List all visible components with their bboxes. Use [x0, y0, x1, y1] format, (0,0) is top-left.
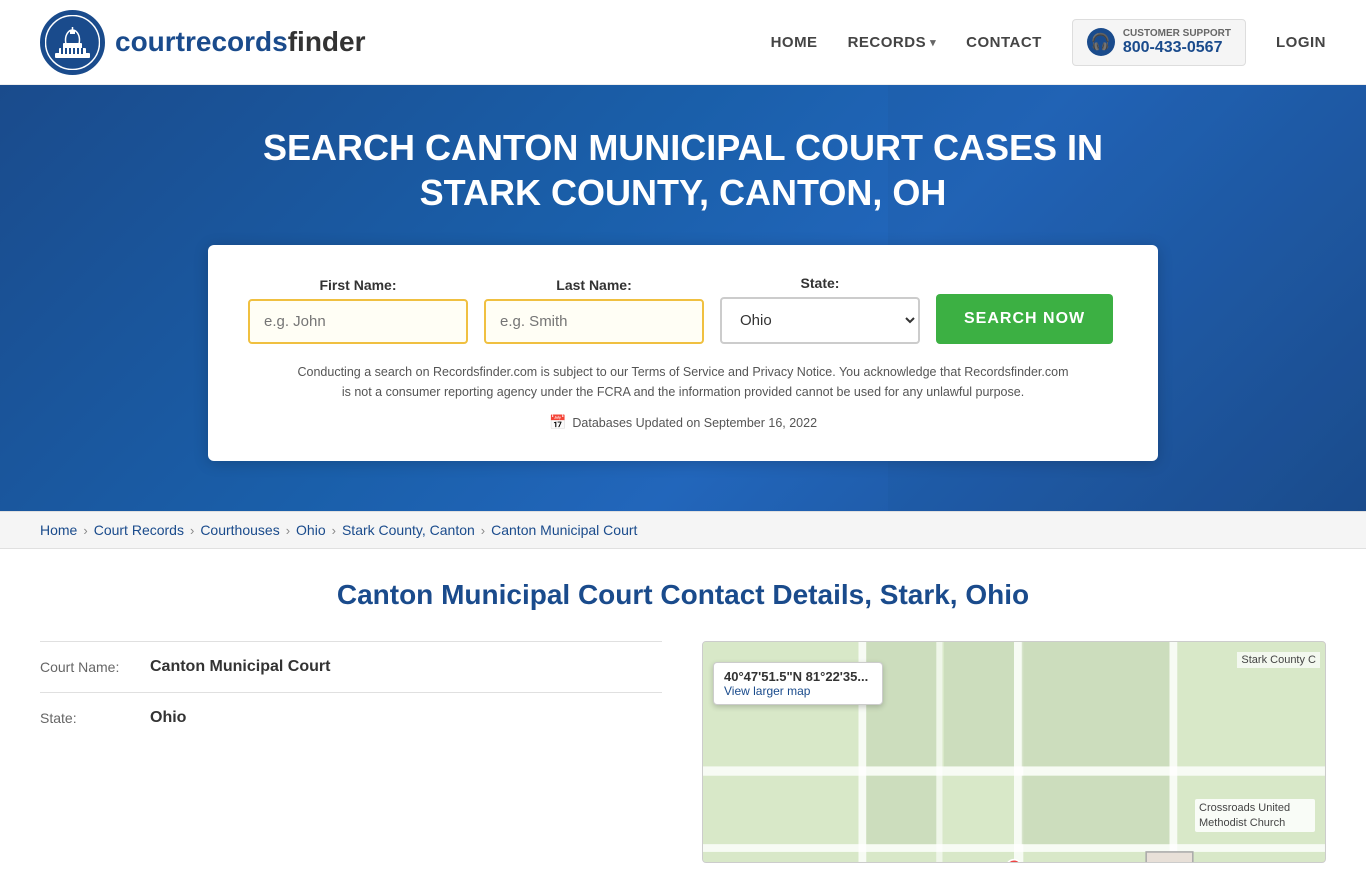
state-group: State: Ohio Alabama Alaska California Fl… [720, 275, 920, 344]
map-placeholder: 40°47'51.5"N 81°22'35... View larger map… [703, 642, 1325, 862]
calendar-icon: 📅 [549, 414, 566, 431]
support-area[interactable]: 🎧 CUSTOMER SUPPORT 800-433-0567 [1072, 19, 1246, 66]
first-name-label: First Name: [248, 277, 468, 293]
records-chevron-icon: ▾ [930, 36, 936, 49]
court-name-value: Canton Municipal Court [150, 658, 330, 676]
search-button[interactable]: SEARCH NOW [936, 294, 1113, 344]
breadcrumb-stark-canton[interactable]: Stark County, Canton [342, 522, 475, 538]
breadcrumb-sep-2: › [190, 523, 194, 538]
search-card: First Name: Last Name: State: Ohio Alaba… [208, 245, 1158, 461]
breadcrumb-home[interactable]: Home [40, 522, 77, 538]
breadcrumb-ohio[interactable]: Ohio [296, 522, 326, 538]
breadcrumb-sep-5: › [481, 523, 485, 538]
hero-section: SEARCH CANTON MUNICIPAL COURT CASES IN S… [0, 85, 1366, 511]
map-area[interactable]: 40°47'51.5"N 81°22'35... View larger map… [702, 641, 1326, 863]
section-title: Canton Municipal Court Contact Details, … [40, 579, 1326, 611]
map-coords: 40°47'51.5"N 81°22'35... [724, 669, 872, 684]
support-label: CUSTOMER SUPPORT [1123, 28, 1231, 39]
breadcrumb-current: Canton Municipal Court [491, 522, 637, 538]
disclaimer-text: Conducting a search on Recordsfinder.com… [293, 362, 1073, 402]
main-nav: HOME RECORDS ▾ CONTACT 🎧 CUSTOMER SUPPOR… [771, 19, 1326, 66]
main-content: Canton Municipal Court Contact Details, … [0, 549, 1366, 893]
logo-icon [40, 10, 105, 75]
map-popup: 40°47'51.5"N 81°22'35... View larger map [713, 662, 883, 705]
details-map-row: Court Name: Canton Municipal Court State… [40, 641, 1326, 863]
state-select[interactable]: Ohio Alabama Alaska California Florida N… [720, 297, 920, 344]
hero-title: SEARCH CANTON MUNICIPAL COURT CASES IN S… [233, 125, 1133, 215]
logo-text: courtrecordsfinder [115, 26, 366, 58]
state-detail-value: Ohio [150, 709, 186, 727]
nav-home[interactable]: HOME [771, 34, 818, 51]
breadcrumb-court-records[interactable]: Court Records [94, 522, 184, 538]
last-name-input[interactable] [484, 299, 704, 344]
site-header: courtrecordsfinder HOME RECORDS ▾ CONTAC… [0, 0, 1366, 85]
last-name-label: Last Name: [484, 277, 704, 293]
details-table: Court Name: Canton Municipal Court State… [40, 641, 662, 863]
breadcrumb-courthouses[interactable]: Courthouses [200, 522, 279, 538]
last-name-group: Last Name: [484, 277, 704, 344]
nav-login[interactable]: LOGIN [1276, 34, 1326, 51]
support-phone: 800-433-0567 [1123, 39, 1231, 57]
headphone-icon: 🎧 [1087, 28, 1115, 56]
map-county-label: Stark County C [1237, 652, 1320, 668]
breadcrumb: Home › Court Records › Courthouses › Ohi… [0, 511, 1366, 549]
breadcrumb-sep-3: › [286, 523, 290, 538]
breadcrumb-sep-1: › [83, 523, 87, 538]
state-detail-label: State: [40, 710, 140, 726]
view-larger-map-link[interactable]: View larger map [724, 684, 810, 698]
court-name-label: Court Name: [40, 659, 140, 675]
map-church-label: Crossroads United Methodist Church [1195, 799, 1315, 832]
logo-area[interactable]: courtrecordsfinder [40, 10, 366, 75]
db-updated: 📅 Databases Updated on September 16, 202… [248, 414, 1118, 431]
breadcrumb-sep-4: › [332, 523, 336, 538]
court-name-row: Court Name: Canton Municipal Court [40, 641, 662, 692]
search-fields: First Name: Last Name: State: Ohio Alaba… [248, 275, 1118, 344]
first-name-input[interactable] [248, 299, 468, 344]
nav-records[interactable]: RECORDS ▾ [848, 34, 937, 51]
nav-contact[interactable]: CONTACT [966, 34, 1042, 51]
first-name-group: First Name: [248, 277, 468, 344]
state-label: State: [720, 275, 920, 291]
state-row: State: Ohio [40, 692, 662, 743]
